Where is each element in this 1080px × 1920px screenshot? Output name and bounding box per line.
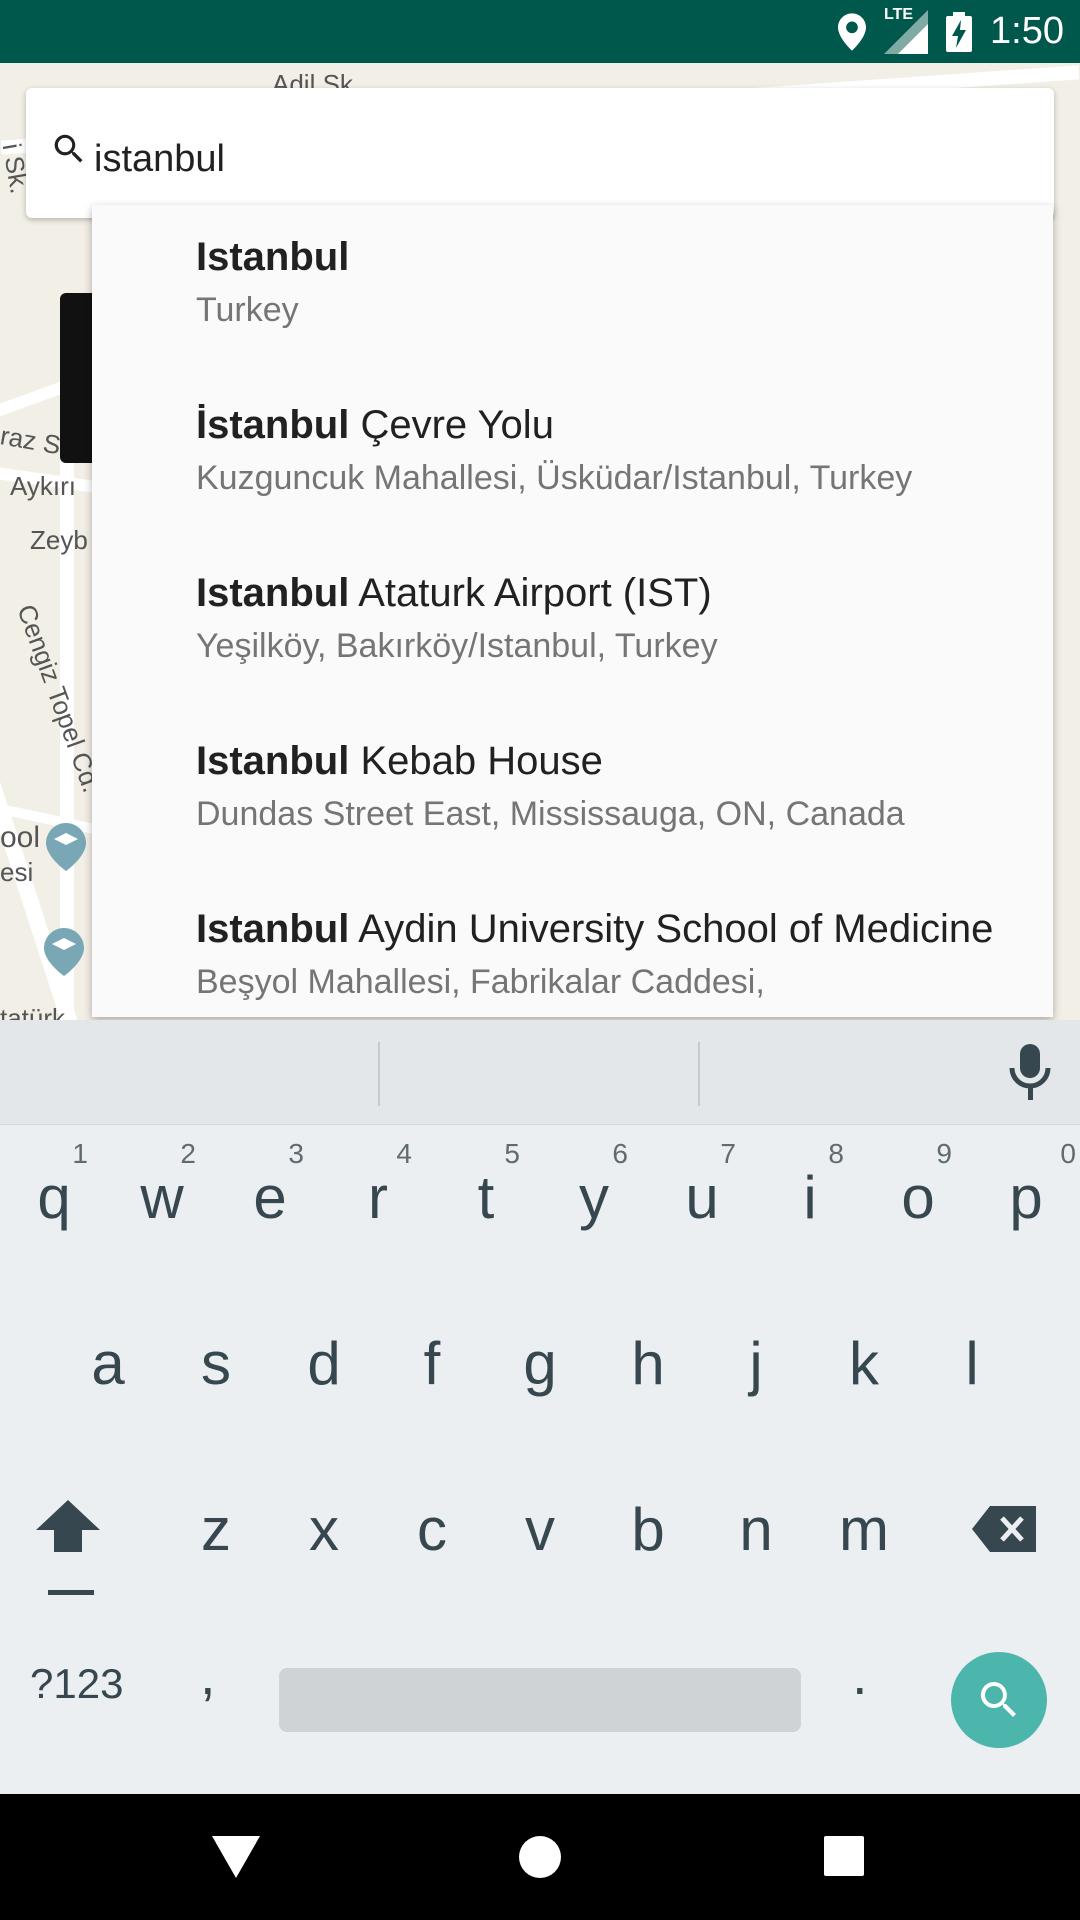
key-c[interactable]: c xyxy=(378,1456,486,1616)
suggestion-secondary: Turkey xyxy=(196,291,299,329)
suggestion-item[interactable]: Istanbul Kebab House Dundas Street East,… xyxy=(92,709,1053,877)
key-m[interactable]: m xyxy=(810,1456,918,1616)
shift-indicator xyxy=(48,1590,94,1595)
school-pin-icon[interactable] xyxy=(44,928,84,976)
suggestion-secondary: Kuzguncuk Mahallesi, Üsküdar/Istanbul, T… xyxy=(196,459,913,497)
strip-divider xyxy=(378,1042,380,1106)
network-type-label: LTE xyxy=(884,5,914,23)
back-icon[interactable] xyxy=(212,1836,260,1883)
suggestion-primary: İstanbul Çevre Yolu xyxy=(196,403,554,447)
location-icon xyxy=(838,12,867,51)
key-s[interactable]: s xyxy=(162,1290,270,1450)
comma-key[interactable]: , xyxy=(200,1642,216,1707)
key-q[interactable]: 1q xyxy=(0,1124,108,1284)
key-l[interactable]: l xyxy=(918,1290,1026,1450)
space-bar[interactable] xyxy=(279,1668,801,1732)
key-j[interactable]: j xyxy=(702,1290,810,1450)
key-h[interactable]: h xyxy=(594,1290,702,1450)
key-i[interactable]: 8i xyxy=(756,1124,864,1284)
recents-icon[interactable] xyxy=(824,1836,864,1876)
suggestion-primary: Istanbul Ataturk Airport (IST) xyxy=(196,571,712,615)
battery-charging-icon xyxy=(946,11,973,52)
key-e[interactable]: 3e xyxy=(216,1124,324,1284)
strip-divider xyxy=(698,1042,700,1106)
key-n[interactable]: n xyxy=(702,1456,810,1616)
key-u[interactable]: 7u xyxy=(648,1124,756,1284)
key-t[interactable]: 5t xyxy=(432,1124,540,1284)
key-f[interactable]: f xyxy=(378,1290,486,1450)
suggestion-primary: Istanbul Kebab House xyxy=(196,739,603,783)
suggestion-primary: Istanbul xyxy=(196,235,350,279)
key-r[interactable]: 4r xyxy=(324,1124,432,1284)
key-o[interactable]: 9o xyxy=(864,1124,972,1284)
suggestion-item[interactable]: Istanbul Aydin University School of Medi… xyxy=(92,877,1053,1017)
map-label-place: ool xyxy=(0,821,41,854)
suggestion-primary: Istanbul Aydin University School of Medi… xyxy=(196,907,994,951)
key-v[interactable]: v xyxy=(486,1456,594,1616)
autocomplete-dropdown: Istanbul Turkey İstanbul Çevre Yolu Kuzg… xyxy=(92,205,1053,1017)
soft-keyboard: 1q 2w 3e 4r 5t 6y 7u 8i 9o 0p a s d f g … xyxy=(0,1020,1080,1794)
suggestion-secondary: Dundas Street East, Mississauga, ON, Can… xyxy=(196,795,905,833)
shift-key[interactable] xyxy=(36,1500,100,1557)
suggestion-item[interactable]: Istanbul Turkey xyxy=(92,205,1053,373)
period-key[interactable]: . xyxy=(852,1642,868,1707)
microphone-icon[interactable] xyxy=(1008,1044,1052,1105)
status-bar: LTE 1:50 xyxy=(0,0,1080,63)
search-icon xyxy=(50,130,88,173)
keyboard-suggestion-strip xyxy=(0,1020,1080,1125)
map-label-street: tatürk xyxy=(0,1003,66,1020)
key-y[interactable]: 6y xyxy=(540,1124,648,1284)
key-a[interactable]: a xyxy=(54,1290,162,1450)
key-p[interactable]: 0p xyxy=(972,1124,1080,1284)
backspace-icon[interactable] xyxy=(972,1506,1036,1557)
map-label-street: Aykırı xyxy=(10,471,76,501)
key-b[interactable]: b xyxy=(594,1456,702,1616)
suggestion-item[interactable]: Istanbul Ataturk Airport (IST) Yeşilköy,… xyxy=(92,541,1053,709)
signal-icon: LTE xyxy=(884,6,929,54)
school-pin-icon[interactable] xyxy=(46,823,86,871)
suggestion-item[interactable]: İstanbul Çevre Yolu Kuzguncuk Mahallesi,… xyxy=(92,373,1053,541)
symbols-key[interactable]: ?123 xyxy=(30,1660,123,1708)
suggestion-secondary: Beşyol Mahallesi, Fabrikalar Caddesi, xyxy=(196,963,765,1001)
key-w[interactable]: 2w xyxy=(108,1124,216,1284)
key-z[interactable]: z xyxy=(162,1456,270,1616)
home-icon[interactable] xyxy=(519,1836,561,1878)
navigation-bar xyxy=(0,1794,1080,1920)
suggestion-secondary: Yeşilköy, Bakırköy/Istanbul, Turkey xyxy=(196,627,718,665)
map-label-place: esi xyxy=(0,857,34,887)
key-x[interactable]: x xyxy=(270,1456,378,1616)
key-k[interactable]: k xyxy=(810,1290,918,1450)
keyboard-search-button[interactable] xyxy=(951,1652,1047,1748)
clock: 1:50 xyxy=(990,10,1064,52)
key-d[interactable]: d xyxy=(270,1290,378,1450)
search-input[interactable] xyxy=(92,128,996,190)
key-g[interactable]: g xyxy=(486,1290,594,1450)
map-label-street: Zeyb xyxy=(30,525,88,555)
